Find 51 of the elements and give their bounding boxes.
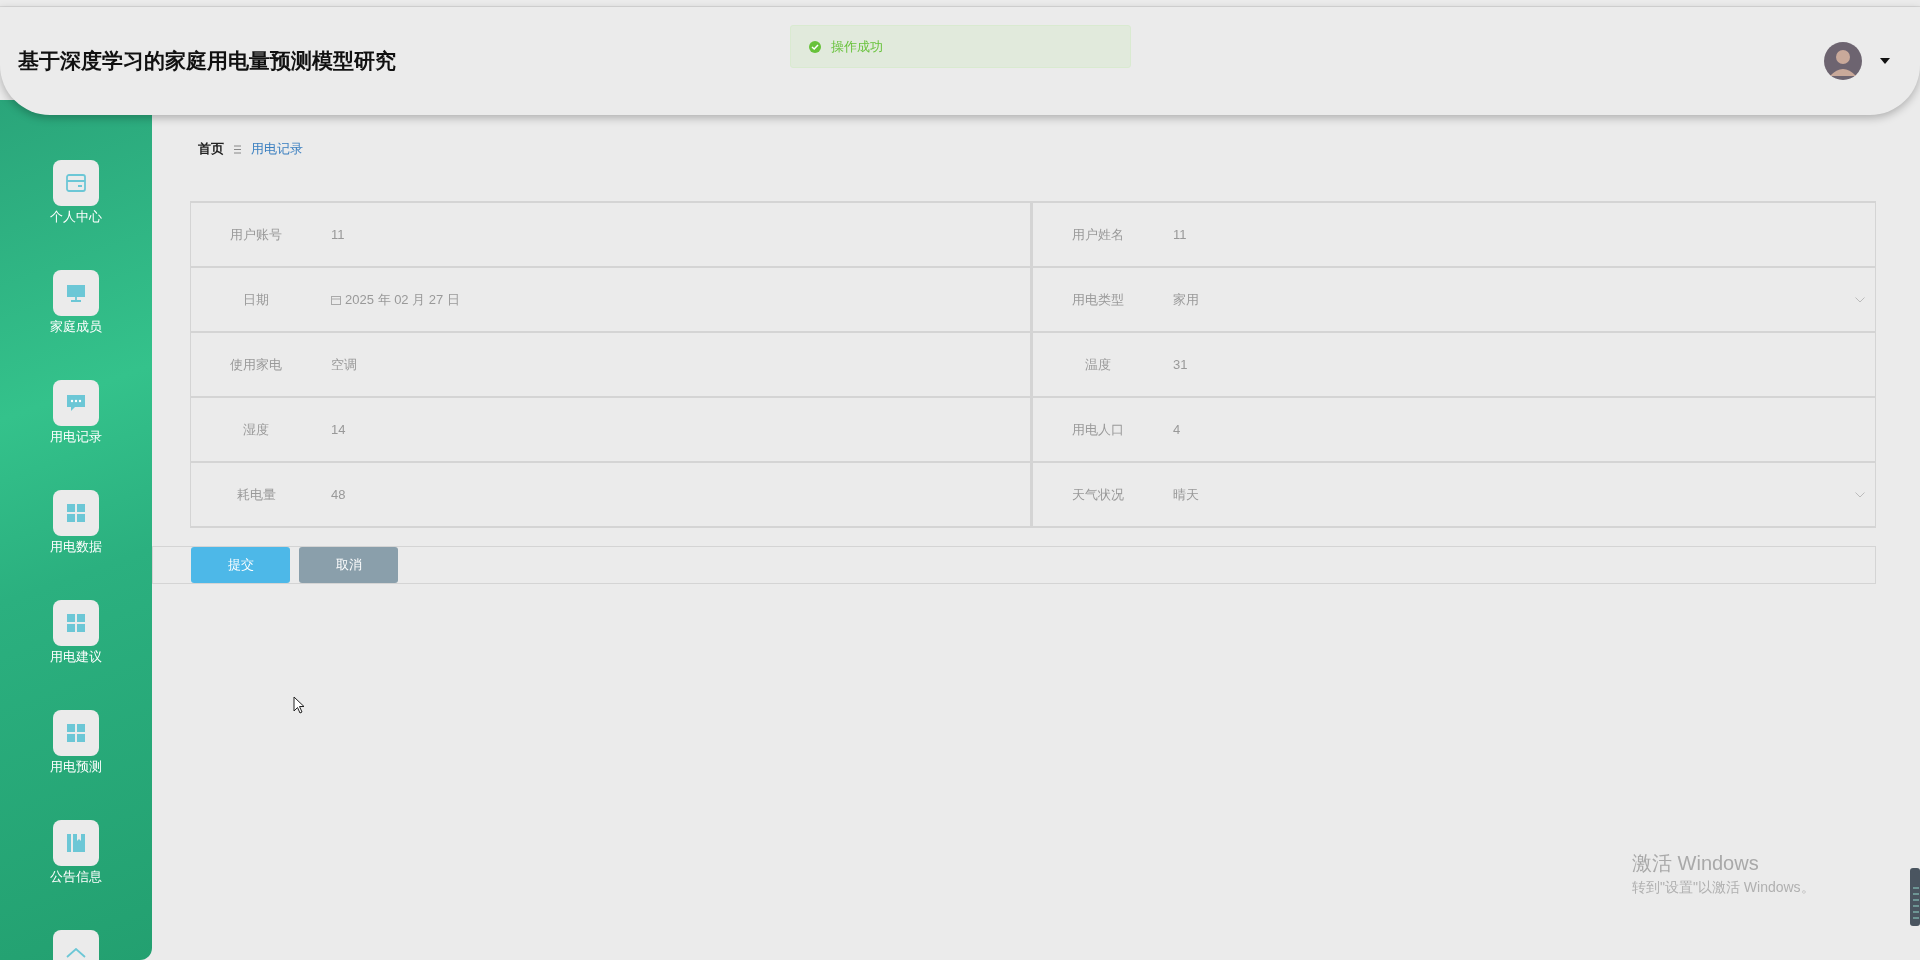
input-field[interactable]: 空调 xyxy=(321,351,1030,378)
field-label: 用电人口 xyxy=(1071,420,1125,439)
field-label: 使用家电 xyxy=(229,355,283,374)
nav-label[interactable]: 家庭成员 xyxy=(50,318,102,336)
input-field[interactable]: 14 xyxy=(321,418,1030,441)
activation-notice-message: 转到"设置"以激活 Windows。 xyxy=(1632,879,1815,897)
nav-card-icon[interactable] xyxy=(53,160,99,206)
nav-label[interactable]: 用电建议 xyxy=(50,648,102,666)
breadcrumb-separator-icon xyxy=(234,144,241,154)
chevron-down-icon xyxy=(1855,491,1865,498)
nav-label[interactable]: 用电记录 xyxy=(50,428,102,446)
select-field[interactable]: 晴天 xyxy=(1163,481,1875,508)
chevron-down-icon xyxy=(1855,296,1865,303)
input-field[interactable]: 4 xyxy=(1163,418,1875,441)
app-title: 基于深度学习的家庭用电量预测模型研究 xyxy=(18,48,396,74)
nav-grid-icon[interactable] xyxy=(53,600,99,646)
nav-grid-icon[interactable] xyxy=(53,710,99,756)
avatar[interactable] xyxy=(1824,42,1862,80)
caret-icon[interactable] xyxy=(1880,58,1890,64)
nav-label[interactable]: 用电预测 xyxy=(50,758,102,776)
cursor-icon xyxy=(293,696,305,714)
field-label: 温度 xyxy=(1084,355,1112,374)
submit-button[interactable]: 提交 xyxy=(191,546,290,583)
activation-notice-title: 激活 Windows xyxy=(1632,851,1760,876)
field-label: 日期 xyxy=(242,290,270,309)
field-label: 用户姓名 xyxy=(1071,225,1125,244)
nav-chat-icon[interactable] xyxy=(53,380,99,426)
select-field[interactable]: 家用 xyxy=(1163,286,1875,313)
toast-message: 操作成功 xyxy=(831,37,883,56)
meter-widget-icon xyxy=(1910,868,1920,926)
nav-grid-icon[interactable] xyxy=(53,490,99,536)
field-label: 用户账号 xyxy=(229,225,283,244)
breadcrumb-link[interactable]: 首页 xyxy=(198,140,224,158)
field-label: 天气状况 xyxy=(1071,485,1125,504)
nav-label[interactable]: 公告信息 xyxy=(50,868,102,886)
field-label: 湿度 xyxy=(242,420,270,439)
nav-label[interactable]: 用电数据 xyxy=(50,538,102,556)
input-field[interactable]: 48 xyxy=(321,483,1030,506)
date-field[interactable]: 2025 年 02 月 27 日 xyxy=(321,286,1030,313)
input-field[interactable]: 31 xyxy=(1163,353,1875,376)
nav-label[interactable]: 个人中心 xyxy=(50,208,102,226)
field-label: 耗电量 xyxy=(235,485,277,504)
nav-book-icon[interactable] xyxy=(53,820,99,866)
input-field[interactable]: 11 xyxy=(1163,223,1875,246)
nav-monitor-icon[interactable] xyxy=(53,270,99,316)
calendar-icon xyxy=(331,294,341,305)
breadcrumb-link[interactable]: 用电记录 xyxy=(251,140,303,158)
cancel-button[interactable]: 取消 xyxy=(299,546,398,583)
input-field[interactable]: 11 xyxy=(321,223,1030,246)
check-icon xyxy=(809,40,821,53)
field-label: 用电类型 xyxy=(1071,290,1125,309)
